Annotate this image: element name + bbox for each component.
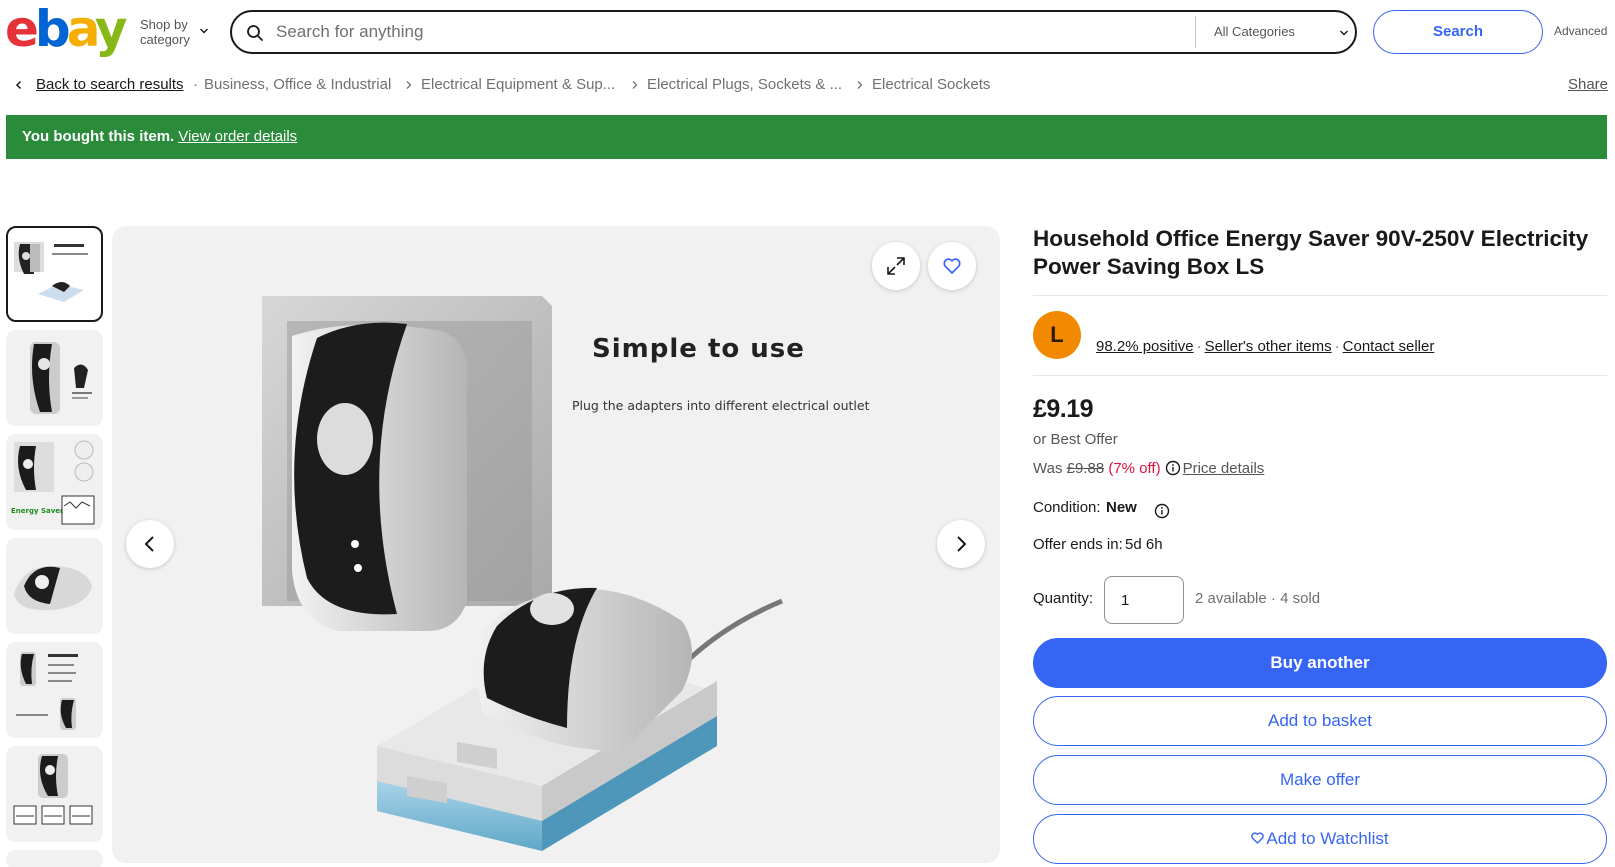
previous-image-button[interactable]	[126, 520, 174, 568]
quantity-input[interactable]	[1104, 576, 1184, 624]
thumbnail-image	[14, 565, 92, 611]
heart-icon	[1251, 832, 1265, 844]
chevron-right-icon	[406, 81, 412, 89]
category-label: category	[140, 32, 190, 47]
purchase-banner: You bought this item. View order details	[6, 115, 1607, 159]
thumbnail-image	[14, 242, 88, 302]
seller-info: 98.2% positive · Seller's other items · Cont…	[1096, 338, 1434, 355]
thumbnail-1[interactable]	[6, 226, 103, 322]
shop-by-label: Shop by	[140, 17, 188, 32]
image-heading: Simple to use	[592, 334, 805, 364]
add-to-basket-button[interactable]: Add to basket	[1033, 696, 1607, 746]
item-price: £9.19	[1033, 395, 1094, 423]
shop-by-category-button[interactable]: Shop by category	[140, 17, 190, 47]
chevron-down-icon[interactable]	[1339, 28, 1349, 38]
breadcrumb-dot: ·	[193, 76, 198, 93]
seller-other-items-link[interactable]: Seller's other items	[1205, 338, 1332, 355]
best-offer-label: or Best Offer	[1033, 431, 1118, 448]
contact-seller-link[interactable]: Contact seller	[1343, 338, 1435, 355]
search-input[interactable]	[276, 12, 1176, 52]
chevron-left-icon[interactable]	[14, 80, 24, 90]
expand-icon	[887, 257, 905, 275]
thumbnail-image	[13, 754, 93, 825]
was-price-row: Was £9.88 (7% off) Price details	[1033, 460, 1264, 477]
thumbnail-image: Energy Saver	[11, 440, 95, 525]
breadcrumb-item-electrical-sockets[interactable]: Electrical Sockets	[872, 74, 990, 96]
breadcrumb-item-electrical-equipment[interactable]: Electrical Equipment & Sup...	[421, 74, 615, 96]
search-bar: All Categories	[230, 10, 1357, 54]
search-button[interactable]: Search	[1373, 10, 1543, 54]
share-link[interactable]: Share	[1568, 74, 1608, 96]
energy-saver-label: Energy Saver	[11, 507, 64, 515]
watch-heart-button[interactable]	[928, 242, 976, 290]
breadcrumb: Back to search results · Business, Offic…	[0, 74, 1615, 96]
price-details-link[interactable]: Price details	[1183, 460, 1265, 477]
chevron-right-icon	[632, 81, 638, 89]
ebay-logo[interactable]: ebay	[5, 2, 127, 56]
image-caption: Plug the adapters into different electri…	[572, 398, 870, 413]
divider	[1033, 295, 1607, 296]
thumbnail-3[interactable]: Energy Saver	[6, 434, 103, 530]
header: ebay Shop by category All Categories Sea…	[0, 0, 1615, 62]
condition-value: New	[1106, 499, 1137, 516]
sold-count: 4 sold	[1280, 590, 1321, 607]
advanced-search-link[interactable]: Advanced	[1554, 24, 1607, 38]
separator-dot: ·	[1196, 338, 1202, 355]
thumbnail-image	[16, 652, 78, 730]
thumbnail-5[interactable]	[6, 642, 103, 738]
category-select[interactable]: All Categories	[1204, 12, 1354, 52]
chevron-left-icon	[144, 536, 154, 552]
view-order-details-link[interactable]: View order details	[178, 128, 297, 145]
available-count: 2 available	[1195, 590, 1267, 607]
thumbnail-6[interactable]	[6, 746, 103, 842]
info-icon[interactable]	[1165, 460, 1181, 476]
offer-ends-value: 5d 6h	[1125, 536, 1163, 553]
was-price: £9.88	[1066, 460, 1105, 477]
product-title: Household Office Energy Saver 90V-250V E…	[1033, 226, 1589, 279]
next-image-button[interactable]	[937, 520, 985, 568]
condition-label: Condition:	[1033, 499, 1101, 516]
discount-label: (7% off)	[1108, 460, 1161, 477]
thumbnail-image	[30, 342, 92, 414]
chevron-down-icon[interactable]	[199, 26, 209, 36]
thumbnail-4[interactable]	[6, 538, 103, 634]
separator-dot: ·	[1334, 338, 1340, 355]
seller-avatar[interactable]: L	[1033, 311, 1081, 359]
breadcrumb-item-business[interactable]: Business, Office & Industrial	[204, 74, 391, 96]
make-offer-button[interactable]: Make offer	[1033, 755, 1607, 805]
breadcrumb-item-plugs-sockets[interactable]: Electrical Plugs, Sockets & ...	[647, 74, 842, 96]
seller-feedback-link[interactable]: 98.2% positive	[1096, 338, 1194, 355]
back-to-search-link[interactable]: Back to search results	[36, 74, 184, 96]
info-icon[interactable]	[1154, 503, 1170, 519]
quantity-label: Quantity:	[1033, 590, 1094, 607]
offer-ends-label: Offer ends in:	[1033, 536, 1123, 553]
availability-info: 2 available · 4 sold	[1195, 590, 1320, 607]
chevron-right-icon	[957, 536, 967, 552]
add-to-watchlist-label: Add to Watchlist	[1266, 829, 1389, 848]
expand-image-button[interactable]	[872, 242, 920, 290]
thumbnail-2[interactable]	[6, 330, 103, 426]
product-image	[262, 296, 783, 851]
search-icon	[247, 25, 263, 41]
main-product-image[interactable]: Simple to use Plug the adapters into dif…	[112, 226, 1000, 863]
divider	[1033, 375, 1607, 376]
banner-message: You bought this item.	[22, 128, 175, 145]
divider	[1195, 16, 1196, 48]
chevron-right-icon	[857, 81, 863, 89]
heart-icon	[943, 258, 961, 274]
was-label: Was	[1033, 460, 1063, 477]
add-to-watchlist-button[interactable]: Add to Watchlist	[1033, 814, 1607, 864]
buy-another-button[interactable]: Buy another	[1033, 638, 1607, 688]
separator-dot: ·	[1266, 590, 1281, 607]
thumbnail-7[interactable]	[6, 850, 103, 867]
